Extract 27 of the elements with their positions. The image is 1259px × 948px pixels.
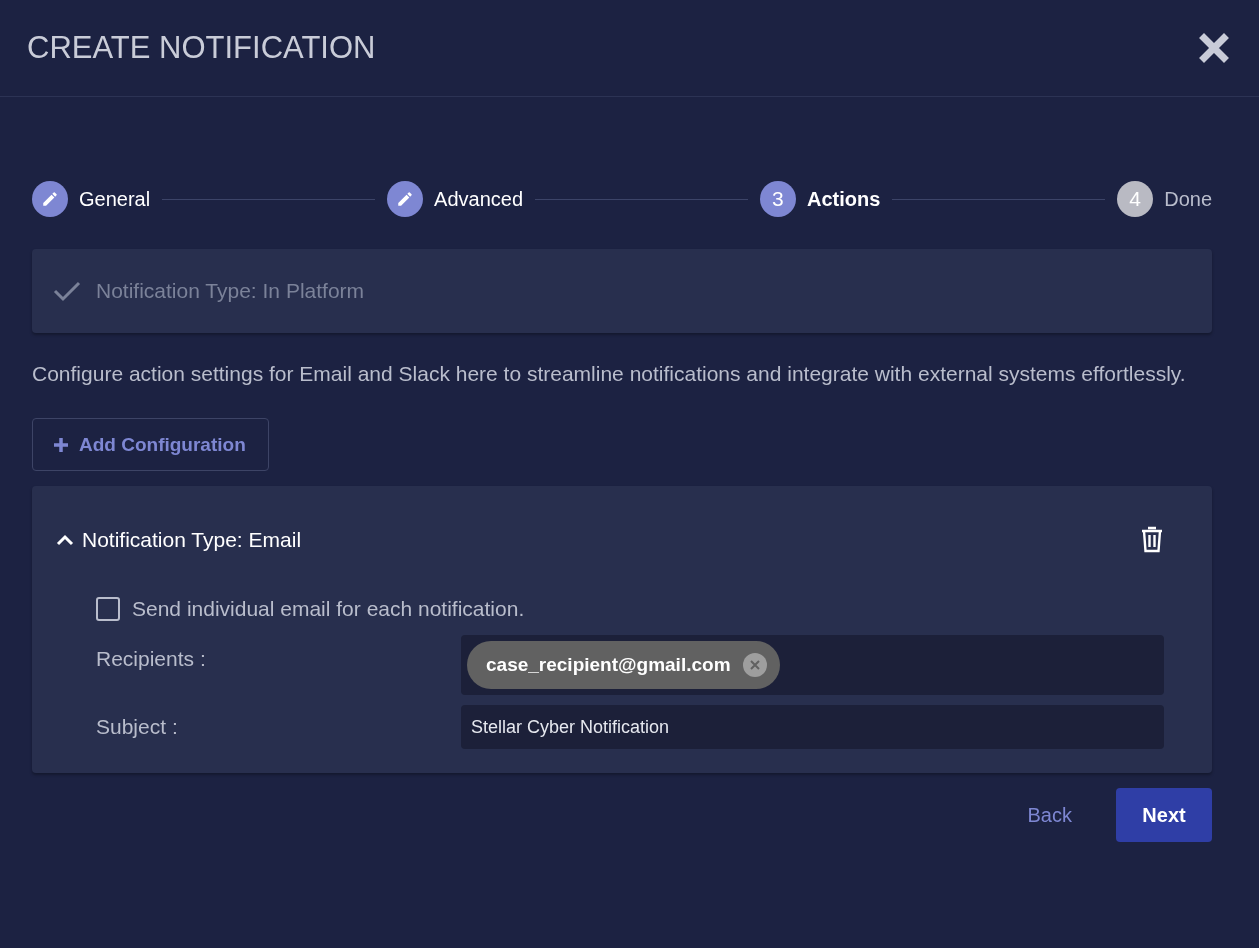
recipients-label: Recipients : bbox=[96, 647, 207, 671]
pencil-icon bbox=[396, 190, 415, 208]
section-toggle[interactable]: Notification Type: Email bbox=[56, 527, 302, 552]
subject-label: Subject : bbox=[96, 715, 179, 739]
subject-field[interactable]: Stellar Cyber Notification bbox=[461, 705, 1164, 749]
delete-button[interactable] bbox=[1140, 526, 1164, 553]
close-button[interactable] bbox=[1199, 33, 1229, 63]
description-text: Configure action settings for Email and Slack here to streamline notifications and integrate with external systems effortlessly. bbox=[32, 361, 1187, 387]
step-label: Advanced bbox=[434, 187, 524, 211]
step-indicator: 4 bbox=[1117, 181, 1154, 217]
close-icon bbox=[1199, 33, 1229, 63]
dialog-title: CREATE NOTIFICATION bbox=[27, 30, 376, 66]
checkbox-label: Send individual email for each notification. bbox=[132, 597, 525, 621]
step-label: General bbox=[79, 187, 151, 211]
step-label: Done bbox=[1164, 187, 1212, 211]
step-indicator: 3 bbox=[759, 181, 796, 217]
chip-text: case_recipient@gmail.com bbox=[486, 654, 731, 676]
trash-icon bbox=[1140, 526, 1164, 553]
checkbox[interactable] bbox=[96, 597, 120, 621]
summary-text: Notification Type: In Platform bbox=[96, 279, 365, 303]
add-configuration-button[interactable]: Add Configuration bbox=[32, 418, 269, 471]
step-label: Actions bbox=[806, 187, 881, 211]
pencil-icon bbox=[41, 190, 59, 208]
next-button[interactable]: Next bbox=[1116, 788, 1212, 842]
recipients-field[interactable]: case_recipient@gmail.com bbox=[461, 635, 1164, 695]
plus-icon bbox=[53, 436, 69, 453]
back-button[interactable]: Back bbox=[1021, 802, 1078, 828]
